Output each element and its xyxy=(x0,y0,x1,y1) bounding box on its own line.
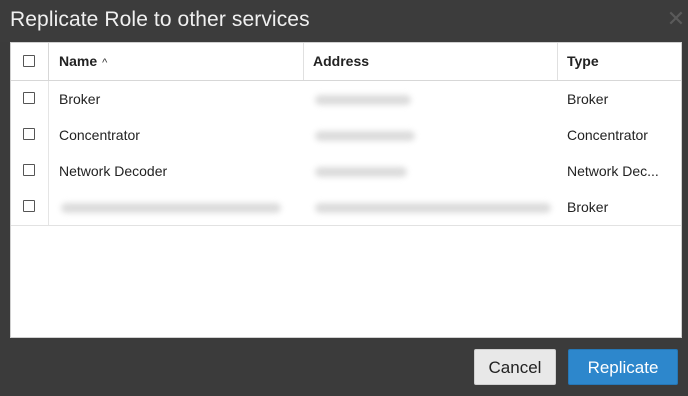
row-type: Broker xyxy=(567,91,609,107)
services-table: Name ^ Address Type Broker Broker Concent… xyxy=(10,42,682,338)
select-all-checkbox[interactable] xyxy=(23,55,35,67)
row-select-cell xyxy=(11,153,49,189)
close-icon[interactable]: ✕ xyxy=(666,7,686,31)
column-header-type[interactable]: Type xyxy=(567,43,679,80)
column-divider xyxy=(303,43,304,80)
table-header: Name ^ Address Type xyxy=(11,43,681,81)
row-name: Network Decoder xyxy=(59,163,168,179)
column-header-name[interactable]: Name ^ xyxy=(59,43,299,80)
replicate-role-dialog: Replicate Role to other services ✕ Name ^… xyxy=(0,0,688,396)
header-select-cell xyxy=(11,43,49,80)
dialog-footer: Cancel Replicate xyxy=(0,338,688,396)
cancel-button[interactable]: Cancel xyxy=(474,349,556,385)
row-address-redacted xyxy=(315,131,415,141)
row-checkbox[interactable] xyxy=(23,92,35,104)
row-type: Broker xyxy=(567,199,609,215)
row-name: Broker xyxy=(59,91,101,107)
table-row[interactable]: Broker Broker xyxy=(11,81,681,118)
replicate-button[interactable]: Replicate xyxy=(568,349,678,385)
row-address-redacted xyxy=(315,167,407,177)
row-name-redacted xyxy=(61,203,281,213)
column-divider xyxy=(557,43,558,80)
row-checkbox[interactable] xyxy=(23,128,35,140)
row-checkbox[interactable] xyxy=(23,200,35,212)
row-select-cell xyxy=(11,117,49,153)
table-row[interactable]: Concentrator Concentrator xyxy=(11,117,681,154)
sort-ascending-icon: ^ xyxy=(102,57,108,69)
column-header-address[interactable]: Address xyxy=(313,43,553,80)
row-select-cell xyxy=(11,81,49,117)
row-address-redacted xyxy=(315,95,411,105)
column-header-address-label: Address xyxy=(313,53,370,69)
table-row[interactable]: Broker xyxy=(11,189,681,226)
row-name: Concentrator xyxy=(59,127,140,143)
row-type: Concentrator xyxy=(567,127,648,143)
column-header-name-label: Name xyxy=(59,53,98,69)
row-address-redacted xyxy=(315,203,551,213)
table-row[interactable]: Network Decoder Network Dec... xyxy=(11,153,681,190)
row-type: Network Dec... xyxy=(567,163,659,179)
row-checkbox[interactable] xyxy=(23,164,35,176)
column-header-type-label: Type xyxy=(567,53,599,69)
dialog-title: Replicate Role to other services xyxy=(10,8,310,31)
dialog-titlebar: Replicate Role to other services ✕ xyxy=(0,0,688,42)
row-select-cell xyxy=(11,189,49,225)
